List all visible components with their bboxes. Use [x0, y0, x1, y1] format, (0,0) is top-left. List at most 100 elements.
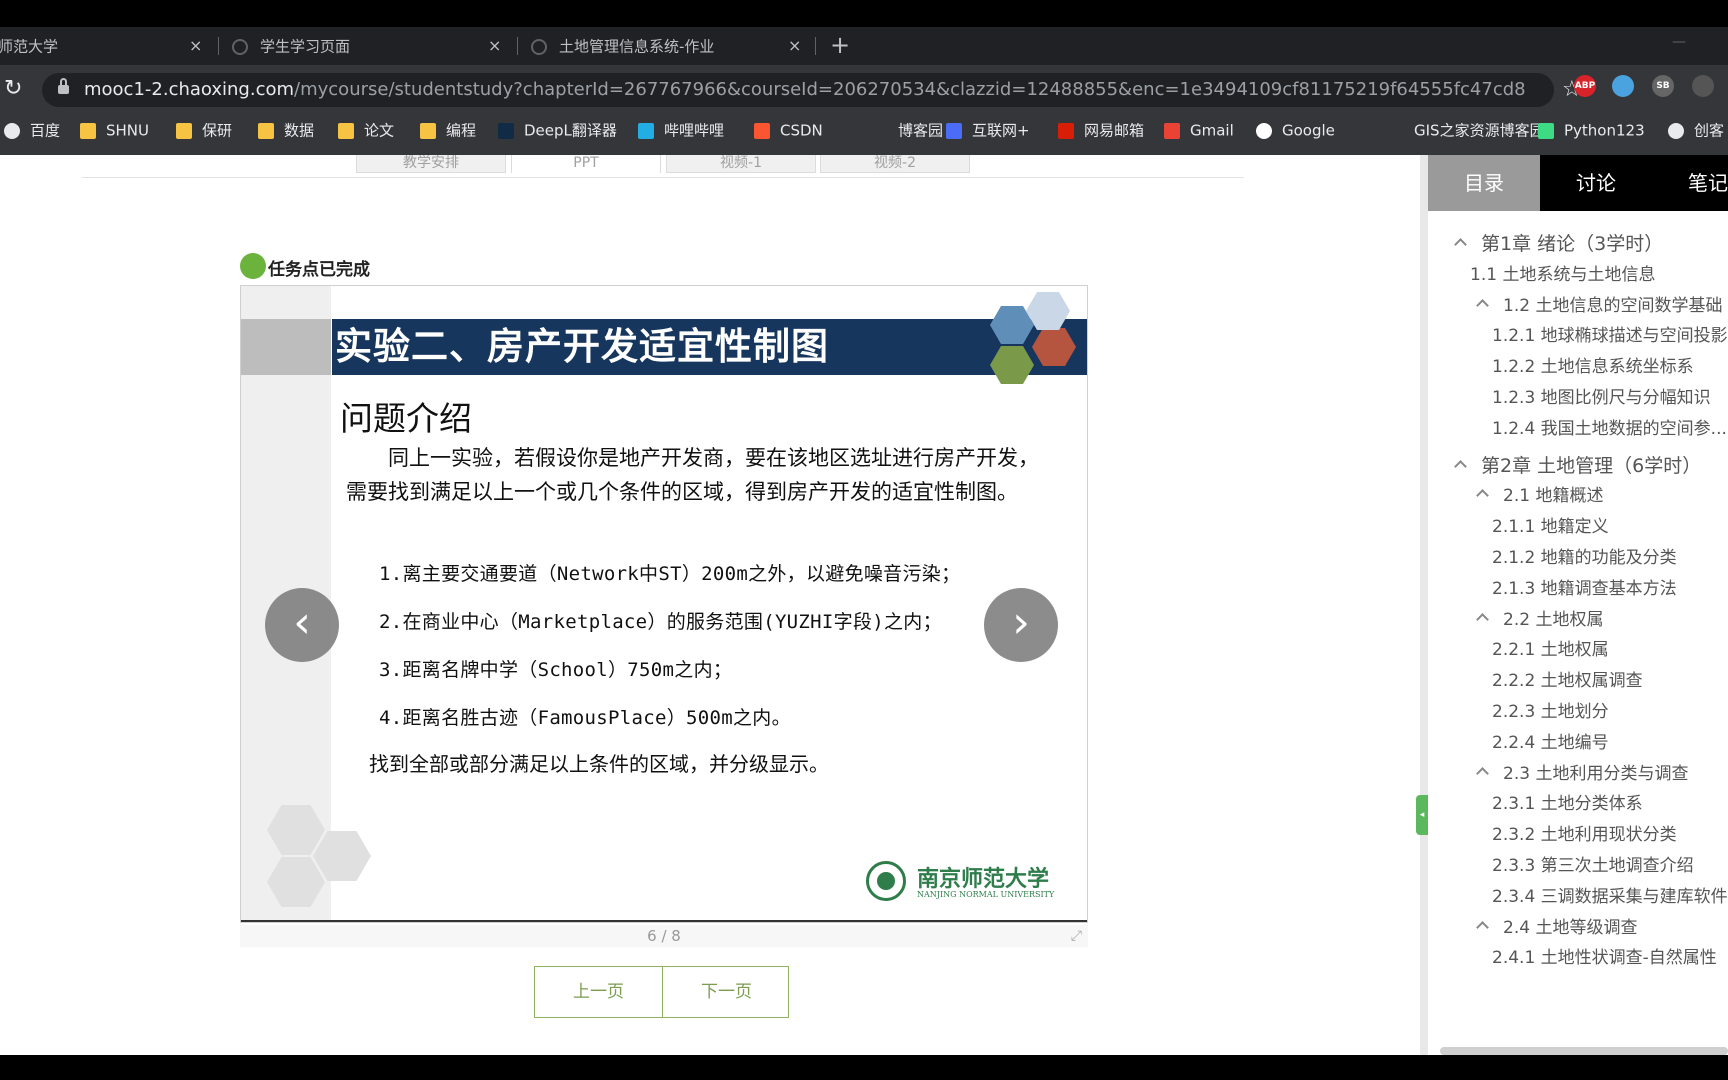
- toc-label: 1.2.1 地球椭球描述与空间投影: [1492, 326, 1728, 346]
- extension-icon[interactable]: [1692, 75, 1714, 97]
- browser-tab-3[interactable]: 土地管理信息系统-作业: [531, 27, 771, 65]
- browser-tab-bar: 师范大学 × 学生学习页面 × 土地管理信息系统-作业 × + —: [0, 27, 1728, 65]
- url-text[interactable]: mooc1-2.chaoxing.com/mycourse/studentstu…: [84, 73, 1526, 107]
- tab-contents[interactable]: 目录: [1428, 155, 1540, 211]
- toc-item[interactable]: 1.2.4 我国土地数据的空间参...: [1492, 414, 1727, 439]
- tab-discussion[interactable]: 讨论: [1540, 155, 1652, 211]
- toc-label: 2.1.3 地籍调查基本方法: [1492, 579, 1677, 599]
- toc-item[interactable]: 2.2.1 土地权属: [1492, 635, 1609, 660]
- bookmark-item[interactable]: 网易邮箱: [1058, 115, 1144, 145]
- fullscreen-icon[interactable]: ⤢: [1071, 928, 1082, 944]
- tab-video-2[interactable]: 视频-2: [820, 155, 970, 173]
- bookmark-item[interactable]: 博客园: [872, 115, 943, 145]
- close-tab-icon[interactable]: ×: [788, 27, 801, 65]
- toc-item[interactable]: 1.2 土地信息的空间数学基础: [1476, 291, 1722, 316]
- university-logo: [866, 861, 906, 901]
- toc-item[interactable]: 第1章 绪论（3学时）: [1454, 229, 1663, 256]
- bookmark-item[interactable]: DeepL翻译器: [498, 115, 617, 145]
- close-tab-icon[interactable]: ×: [189, 27, 202, 65]
- toc-item[interactable]: 2.1 地籍概述: [1476, 481, 1603, 506]
- globe-icon: [232, 38, 248, 55]
- toc-item[interactable]: 1.2.1 地球椭球描述与空间投影: [1492, 321, 1728, 346]
- sidebar-edge: [1420, 155, 1428, 1055]
- bookmark-item[interactable]: 保研: [176, 115, 232, 145]
- slide-photo-hexagons: [986, 292, 1086, 394]
- bookmark-item[interactable]: GIS之家资源博客园: [1388, 115, 1545, 145]
- toc-label: 2.3.3 第三次土地调查介绍: [1492, 856, 1694, 876]
- bookmark-item[interactable]: 论文: [338, 115, 394, 145]
- bookmark-item[interactable]: CSDN: [754, 115, 823, 145]
- tab-notes[interactable]: 笔记: [1652, 155, 1728, 211]
- extension-icon[interactable]: [1612, 75, 1634, 97]
- slide-intro: 同上一实验，若假设你是地产开发商，要在该地区选址进行房产开发，需要找到满足以上一…: [346, 446, 1039, 504]
- bookmark-item[interactable]: 数据: [258, 115, 314, 145]
- tab-ppt[interactable]: PPT: [511, 155, 661, 173]
- sidebar-collapse-handle[interactable]: ◂: [1416, 795, 1428, 835]
- bookmark-item[interactable]: 哔哩哔哩: [638, 115, 724, 145]
- previous-slide-button[interactable]: ‹: [265, 588, 339, 662]
- toc-item[interactable]: 第2章 土地管理（6学时）: [1454, 451, 1701, 478]
- bookmark-label: 百度: [30, 121, 61, 140]
- sidebar-scrollbar[interactable]: [1440, 1047, 1728, 1055]
- browser-tab-1[interactable]: 师范大学: [0, 27, 178, 65]
- bookmark-item[interactable]: 创客: [1668, 115, 1724, 145]
- slide-footer: 6 / 8 ⤢: [240, 925, 1088, 947]
- chevron-up-icon[interactable]: [1476, 489, 1489, 502]
- bookmark-label: 编程: [446, 121, 477, 140]
- tab-teaching-plan[interactable]: 教学安排: [356, 155, 506, 173]
- bookmark-item[interactable]: 互联网+: [946, 115, 1030, 145]
- chevron-up-icon[interactable]: [1476, 921, 1489, 934]
- previous-page-button[interactable]: 上一页: [535, 967, 662, 1017]
- netease-icon: [1058, 122, 1074, 139]
- bookmark-item[interactable]: Google: [1256, 115, 1335, 145]
- slide-title: 实验二、房产开发适宜性制图: [335, 325, 829, 368]
- bookmark-item[interactable]: Gmail: [1164, 115, 1234, 145]
- toc-item[interactable]: 2.3 土地利用分类与调查: [1476, 759, 1688, 784]
- bookmark-label: CSDN: [780, 121, 823, 140]
- browser-tab-2[interactable]: 学生学习页面: [232, 27, 472, 65]
- tab-video-1[interactable]: 视频-1: [666, 155, 816, 173]
- toc-item[interactable]: 2.2.4 土地编号: [1492, 728, 1609, 753]
- toc-item[interactable]: 2.4.1 土地性状调查-自然属性: [1492, 943, 1717, 968]
- chevron-up-icon[interactable]: [1476, 299, 1489, 312]
- extension-icon[interactable]: SB: [1652, 75, 1674, 97]
- toc-item[interactable]: 2.3.4 三调数据采集与建库软件: [1492, 882, 1728, 907]
- toc-item[interactable]: 2.3.2 土地利用现状分类: [1492, 820, 1677, 845]
- minimize-icon[interactable]: —: [1672, 27, 1686, 57]
- bookmark-item[interactable]: Python123: [1538, 115, 1645, 145]
- chevron-up-icon[interactable]: [1454, 238, 1467, 251]
- toc-item[interactable]: 1.2.2 土地信息系统坐标系: [1492, 352, 1694, 377]
- toc-item[interactable]: 2.3.3 第三次土地调查介绍: [1492, 851, 1694, 876]
- toc-item[interactable]: 1.1 土地系统与土地信息: [1470, 260, 1655, 285]
- hexagon-photo: [990, 346, 1034, 384]
- toc-item[interactable]: 2.2 土地权属: [1476, 605, 1603, 630]
- toc-label: 2.3.1 土地分类体系: [1492, 794, 1643, 814]
- screen: 师范大学 × 学生学习页面 × 土地管理信息系统-作业 × + — ↻ mooc…: [0, 0, 1728, 1080]
- bookmark-item[interactable]: 百度: [4, 115, 60, 145]
- toc-item[interactable]: 2.2.3 土地划分: [1492, 697, 1609, 722]
- adblock-extension-icon[interactable]: ABP: [1574, 75, 1596, 97]
- chevron-up-icon[interactable]: [1454, 460, 1467, 473]
- toc-item[interactable]: 2.1.2 地籍的功能及分类: [1492, 543, 1677, 568]
- bookmark-item[interactable]: SHNU: [80, 115, 149, 145]
- chevron-up-icon[interactable]: [1476, 767, 1489, 780]
- page-navigation: 上一页 下一页: [534, 966, 789, 1018]
- toc-item[interactable]: 2.3.1 土地分类体系: [1492, 789, 1643, 814]
- folder-icon: [338, 122, 354, 139]
- chevron-up-icon[interactable]: [1476, 613, 1489, 626]
- globe-icon: [4, 122, 20, 139]
- task-status-label: 任务点已完成: [268, 260, 370, 280]
- next-page-button[interactable]: 下一页: [663, 967, 790, 1017]
- bookmark-item[interactable]: 编程: [420, 115, 476, 145]
- toc-item[interactable]: 2.4 土地等级调查: [1476, 913, 1637, 938]
- toc-item[interactable]: 2.1.1 地籍定义: [1492, 512, 1609, 537]
- toc-item[interactable]: 1.2.3 地图比例尺与分幅知识: [1492, 383, 1711, 408]
- address-bar[interactable]: mooc1-2.chaoxing.com/mycourse/studentstu…: [42, 73, 1582, 107]
- toc-item[interactable]: 2.2.2 土地权属调查: [1492, 666, 1643, 691]
- new-tab-button[interactable]: +: [830, 27, 850, 65]
- reload-icon[interactable]: ↻: [4, 76, 22, 101]
- toc-item[interactable]: 2.1.3 地籍调查基本方法: [1492, 574, 1677, 599]
- url-path: /mycourse/studentstudy?chapterId=2677679…: [294, 79, 1526, 100]
- next-slide-button[interactable]: ›: [984, 588, 1058, 662]
- close-tab-icon[interactable]: ×: [488, 27, 501, 65]
